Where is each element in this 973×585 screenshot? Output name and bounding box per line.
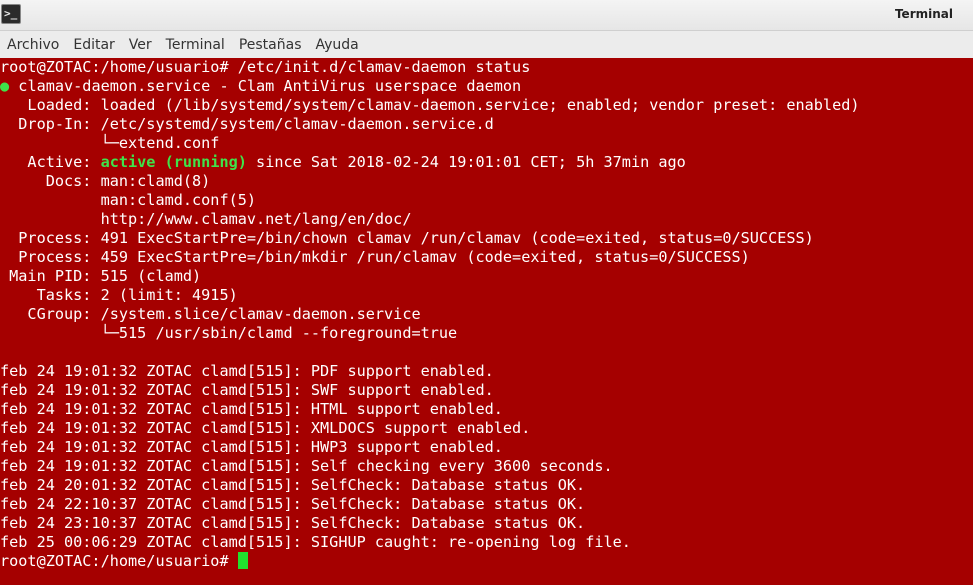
status-dot-icon: ● [0, 77, 10, 95]
prompt-line-current: root@ZOTAC:/home/usuario# [0, 552, 973, 571]
log-line: feb 24 19:01:32 ZOTAC clamd[515]: XMLDOC… [0, 419, 531, 437]
log-line: feb 24 19:01:32 ZOTAC clamd[515]: PDF su… [0, 362, 494, 380]
loaded-line: Loaded: loaded (/lib/systemd/system/clam… [0, 96, 860, 114]
log-line: feb 24 19:01:32 ZOTAC clamd[515]: Self c… [0, 457, 613, 475]
menu-bar: Archivo Editar Ver Terminal Pestañas Ayu… [0, 31, 973, 58]
menu-ayuda[interactable]: Ayuda [316, 37, 359, 53]
active-line: Active: active (running) since Sat 2018-… [0, 153, 973, 172]
log-line: feb 24 19:01:32 ZOTAC clamd[515]: HTML s… [0, 400, 503, 418]
cgroup-child-line: └─515 /usr/sbin/clamd --foreground=true [0, 324, 458, 342]
title-bar[interactable]: >_ Terminal [0, 0, 973, 31]
dropin-line: Drop-In: /etc/systemd/system/clamav-daem… [0, 115, 494, 133]
service-text: clamav-daemon.service - Clam AntiVirus u… [9, 77, 522, 95]
cgroup-line: CGroup: /system.slice/clamav-daemon.serv… [0, 305, 421, 323]
process-line-2: Process: 459 ExecStartPre=/bin/mkdir /ru… [0, 248, 750, 266]
log-line: feb 25 00:06:29 ZOTAC clamd[515]: SIGHUP… [0, 533, 631, 551]
prompt-line: root@ZOTAC:/home/usuario# /etc/init.d/cl… [0, 58, 531, 76]
log-line: feb 24 23:10:37 ZOTAC clamd[515]: SelfCh… [0, 514, 586, 532]
service-line: ● clamav-daemon.service - Clam AntiVirus… [0, 77, 973, 96]
log-line: feb 24 22:10:37 ZOTAC clamd[515]: SelfCh… [0, 495, 586, 513]
tasks-line: Tasks: 2 (limit: 4915) [0, 286, 238, 304]
dropin-file-line: └─extend.conf [0, 134, 220, 152]
active-label: Active: [0, 153, 101, 171]
log-line: feb 24 19:01:32 ZOTAC clamd[515]: HWP3 s… [0, 438, 503, 456]
prompt-text: root@ZOTAC:/home/usuario# [0, 552, 238, 570]
menu-terminal[interactable]: Terminal [166, 37, 225, 53]
active-since: since Sat 2018-02-24 19:01:01 CET; 5h 37… [246, 153, 686, 171]
docs-line-3: http://www.clamav.net/lang/en/doc/ [0, 210, 412, 228]
menu-archivo[interactable]: Archivo [7, 37, 59, 53]
terminal-area[interactable]: root@ZOTAC:/home/usuario# /etc/init.d/cl… [0, 58, 973, 585]
menu-editar[interactable]: Editar [73, 37, 114, 53]
log-line: feb 24 19:01:32 ZOTAC clamd[515]: SWF su… [0, 381, 494, 399]
log-line: feb 24 20:01:32 ZOTAC clamd[515]: SelfCh… [0, 476, 586, 494]
mainpid-line: Main PID: 515 (clamd) [0, 267, 202, 285]
terminal-icon: >_ [1, 4, 21, 24]
docs-line-2: man:clamd.conf(5) [0, 191, 257, 209]
process-line-1: Process: 491 ExecStartPre=/bin/chown cla… [0, 229, 814, 247]
menu-pestanas[interactable]: Pestañas [239, 37, 302, 53]
menu-ver[interactable]: Ver [129, 37, 152, 53]
window-title: Terminal [894, 7, 953, 21]
docs-line-1: Docs: man:clamd(8) [0, 172, 211, 190]
text-cursor[interactable] [237, 552, 248, 569]
active-state: active (running) [100, 153, 247, 171]
